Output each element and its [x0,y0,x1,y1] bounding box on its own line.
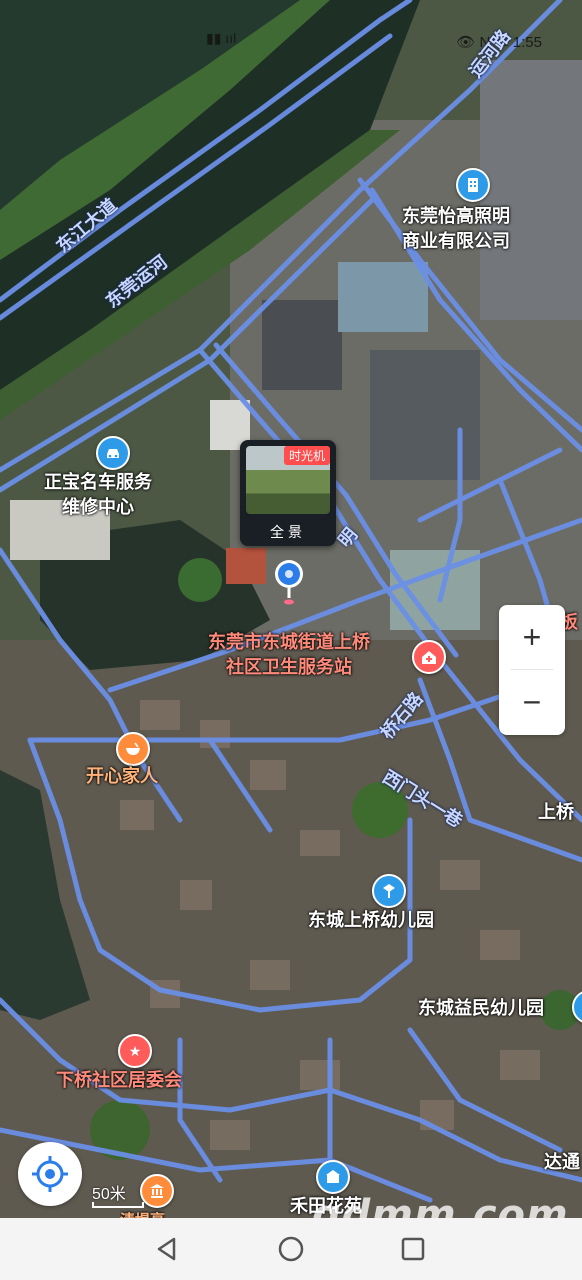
poi-car-service[interactable]: 正宝名车服务 维修中心 [44,470,152,520]
system-nav-bar [0,1218,582,1280]
poi-lighting-company[interactable]: 东莞怡高照明 商业有限公司 [402,204,510,254]
satellite-map [0,0,582,1218]
poi-kaixin[interactable]: 开心家人 [86,764,158,789]
scale-label: 50米 [92,1186,126,1203]
status-bar-left: ▮▮ ııl [206,30,237,46]
panorama-label: 全景 [270,524,306,540]
watermark: gdmm.com [312,1192,569,1218]
car-icon[interactable] [96,436,130,470]
poi-health-station[interactable]: 东莞市东城街道上桥 社区卫生服务站 [208,630,370,680]
museum-icon[interactable] [140,1174,174,1208]
locate-button[interactable] [18,1142,82,1206]
poi-kindergarten-shangqiao[interactable]: 东城上桥幼儿园 [308,908,434,933]
panorama-card[interactable]: 时光机 全景 [240,440,336,546]
zoom-control: + − [499,605,565,735]
zoom-in-button[interactable]: + [499,605,565,669]
poi-xiaqiao-committee[interactable]: 下桥社区居委会 [56,1068,182,1093]
home-button[interactable] [276,1234,306,1264]
zoom-out-button[interactable]: − [499,670,565,734]
map-view[interactable]: ▮▮ ııl 👁 N ▭ 1:55 东江大道 东莞运河 运河路 桥石路 西门头一… [0,0,582,1218]
recents-square-icon [401,1237,425,1261]
school-icon[interactable] [372,874,406,908]
star-icon[interactable]: ★ [118,1034,152,1068]
locate-icon [32,1156,68,1192]
poi-shangqiao[interactable]: 上桥 [538,800,574,825]
back-triangle-icon [157,1237,176,1261]
recents-button[interactable] [398,1234,428,1264]
time-machine-badge: 时光机 [283,446,330,465]
hospital-icon[interactable] [412,640,446,674]
scale-bar: 50米 [92,1180,144,1208]
school-icon[interactable] [316,1160,350,1194]
bowl-icon[interactable] [116,732,150,766]
scale-line [92,1202,144,1208]
home-circle-icon [278,1236,304,1262]
poi-kindergarten-yimin[interactable]: 东城益民幼儿园 [418,996,544,1021]
building-icon[interactable] [456,168,490,202]
back-button[interactable] [152,1234,182,1264]
poi-bottom-small: 清堤亭 [120,1208,165,1218]
location-pin-icon [275,560,303,605]
poi-datong[interactable]: 达通 [544,1150,580,1175]
